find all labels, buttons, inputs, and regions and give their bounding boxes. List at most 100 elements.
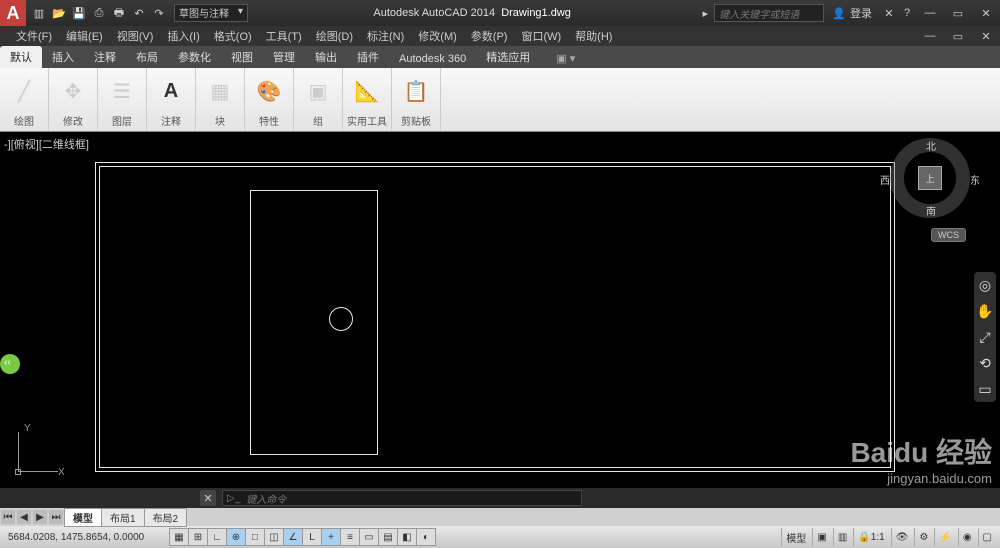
- tab-layout[interactable]: 布局: [126, 46, 168, 68]
- osnap-toggle[interactable]: □: [245, 528, 265, 546]
- steering-wheel-icon[interactable]: ◎: [976, 276, 994, 294]
- text-button[interactable]: A: [151, 75, 191, 107]
- menu-draw[interactable]: 绘图(D): [310, 26, 359, 46]
- coordinates-readout[interactable]: 5684.0208, 1475.8654, 0.0000: [0, 532, 170, 543]
- menu-edit[interactable]: 编辑(E): [60, 26, 109, 46]
- command-input[interactable]: ▷_ 键入命令: [222, 490, 582, 506]
- ribbon-panel: ╱ 绘图 ✥ 修改 ☰ 图层 A 注释 ▦ 块 🎨 特性 ▣ 组 📐 实用工具 …: [0, 68, 1000, 132]
- print-icon[interactable]: 🖶: [110, 4, 128, 22]
- save-icon[interactable]: 💾: [70, 4, 88, 22]
- tab-a360[interactable]: Autodesk 360: [389, 50, 476, 68]
- model-space: [0, 132, 1000, 488]
- grid-toggle[interactable]: ⊞: [188, 528, 208, 546]
- sc-toggle[interactable]: ◧: [397, 528, 417, 546]
- tab-insert[interactable]: 插入: [42, 46, 84, 68]
- tab-view[interactable]: 视图: [221, 46, 263, 68]
- dyn-toggle[interactable]: +: [321, 528, 341, 546]
- workspace-switcher[interactable]: 草图与注释: [174, 4, 248, 22]
- menu-help[interactable]: 帮助(H): [569, 26, 618, 46]
- layout-first-icon[interactable]: ⏮: [1, 510, 15, 524]
- polar-toggle[interactable]: ⊕: [226, 528, 246, 546]
- tab-annotate[interactable]: 注释: [84, 46, 126, 68]
- viewcube-top-face[interactable]: 上: [918, 166, 942, 190]
- doc-minimize-button[interactable]: —: [916, 26, 944, 46]
- minimize-button[interactable]: —: [916, 3, 944, 23]
- otrack-toggle[interactable]: ∠: [283, 528, 303, 546]
- model-paper-toggle[interactable]: 模型: [781, 528, 810, 546]
- ducs-toggle[interactable]: L: [302, 528, 322, 546]
- lwt-toggle[interactable]: ≡: [340, 528, 360, 546]
- menu-window[interactable]: 窗口(W): [515, 26, 567, 46]
- new-icon[interactable]: ▥: [30, 4, 48, 22]
- menu-param[interactable]: 参数(P): [465, 26, 514, 46]
- modify-button[interactable]: ✥: [53, 75, 93, 107]
- properties-button[interactable]: 🎨: [249, 75, 289, 107]
- menu-tools[interactable]: 工具(T): [260, 26, 308, 46]
- search-arrow-icon[interactable]: ▸: [696, 4, 714, 22]
- redo-icon[interactable]: ↷: [150, 4, 168, 22]
- layout-prev-icon[interactable]: ◀: [17, 510, 31, 524]
- tab-model[interactable]: 模型: [64, 508, 102, 527]
- status-right: 模型 ▣ ▥ 🔒 1:1 👁 ⚙ ⚡ ◉ ▢: [781, 528, 1000, 546]
- tab-output[interactable]: 输出: [305, 46, 347, 68]
- pan-icon[interactable]: ✋: [976, 302, 994, 320]
- tab-plugins[interactable]: 插件: [347, 46, 389, 68]
- layout-next-icon[interactable]: ▶: [33, 510, 47, 524]
- menu-dim[interactable]: 标注(N): [361, 26, 410, 46]
- tab-featured[interactable]: 精选应用: [476, 46, 540, 68]
- quickview-drawings-icon[interactable]: ▥: [833, 528, 851, 546]
- zoom-extents-icon[interactable]: ⤢: [976, 328, 994, 346]
- tpy-toggle[interactable]: ▭: [359, 528, 379, 546]
- clean-screen-icon[interactable]: ▢: [978, 528, 996, 546]
- group-button[interactable]: ▣: [298, 75, 338, 107]
- menu-view[interactable]: 视图(V): [111, 26, 160, 46]
- cmd-close-icon[interactable]: ✕: [200, 490, 216, 506]
- doc-close-button[interactable]: ✕: [972, 26, 1000, 46]
- line-button[interactable]: ╱: [4, 75, 44, 107]
- ortho-toggle[interactable]: ∟: [207, 528, 227, 546]
- signin-button[interactable]: 👤 登录: [832, 5, 872, 21]
- drawing-area[interactable]: -][俯视][二维线框] 上 北 南 东 西 WCS ◎ ✋ ⤢ ⟲ ▭ Y X…: [0, 132, 1000, 488]
- layout-last-icon[interactable]: ⏭: [49, 510, 63, 524]
- am-toggle[interactable]: ◐: [416, 528, 436, 546]
- tab-expand-icon[interactable]: ▣ ▾: [546, 49, 585, 68]
- paste-button[interactable]: 📋: [396, 75, 436, 107]
- undo-icon[interactable]: ↶: [130, 4, 148, 22]
- menu-modify[interactable]: 修改(M): [412, 26, 463, 46]
- showmotion-icon[interactable]: ▭: [976, 380, 994, 398]
- menu-file[interactable]: 文件(F): [10, 26, 58, 46]
- hardware-accel-icon[interactable]: ⚡: [934, 528, 955, 546]
- tab-manage[interactable]: 管理: [263, 46, 305, 68]
- layer-button[interactable]: ☰: [102, 75, 142, 107]
- help-icon[interactable]: ?: [898, 4, 916, 22]
- close-button[interactable]: ✕: [972, 3, 1000, 23]
- quickview-layouts-icon[interactable]: ▣: [812, 528, 830, 546]
- menu-format[interactable]: 格式(O): [208, 26, 258, 46]
- exchange-icon[interactable]: ✕: [880, 4, 898, 22]
- scale-icon: 🔒: [858, 532, 870, 543]
- infocenter-search[interactable]: 键入关键字或短语: [714, 4, 824, 22]
- saveas-icon[interactable]: ⎙: [90, 4, 108, 22]
- 3dosnap-toggle[interactable]: ◫: [264, 528, 284, 546]
- measure-button[interactable]: 📐: [347, 75, 387, 107]
- side-panel-handle[interactable]: [0, 354, 20, 374]
- isolate-objects-icon[interactable]: ◉: [958, 528, 976, 546]
- block-button[interactable]: ▦: [200, 75, 240, 107]
- menu-insert[interactable]: 插入(I): [161, 26, 205, 46]
- tab-parametric[interactable]: 参数化: [168, 46, 221, 68]
- orbit-icon[interactable]: ⟲: [976, 354, 994, 372]
- tab-layout1[interactable]: 布局1: [101, 508, 145, 527]
- wcs-badge[interactable]: WCS: [931, 228, 966, 242]
- maximize-button[interactable]: ▭: [944, 3, 972, 23]
- tab-layout2[interactable]: 布局2: [144, 508, 188, 527]
- anno-scale[interactable]: 🔒 1:1: [853, 528, 888, 546]
- app-menu-button[interactable]: A: [0, 0, 26, 26]
- anno-visibility-icon[interactable]: 👁: [891, 528, 913, 546]
- workspace-switching-icon[interactable]: ⚙: [914, 528, 932, 546]
- viewcube[interactable]: 上 北 南 东 西: [890, 138, 970, 218]
- doc-maximize-button[interactable]: ▭: [944, 26, 972, 46]
- qp-toggle[interactable]: ▤: [378, 528, 398, 546]
- open-icon[interactable]: 📂: [50, 4, 68, 22]
- snap-toggle[interactable]: ▦: [169, 528, 189, 546]
- tab-default[interactable]: 默认: [0, 46, 42, 68]
